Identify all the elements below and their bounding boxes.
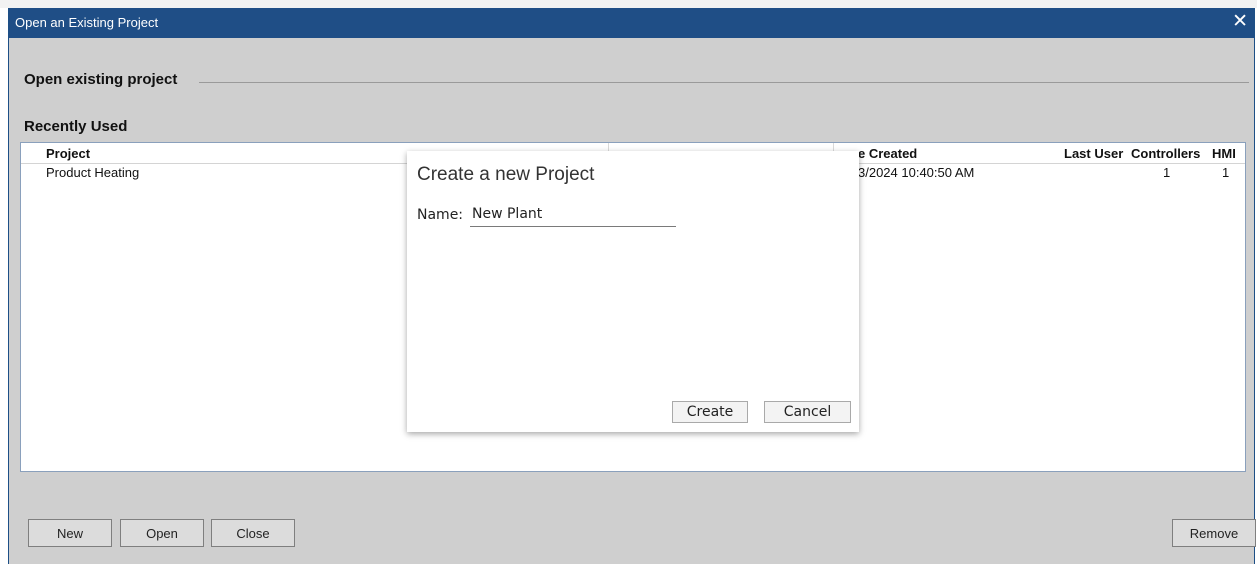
close-icon[interactable]: ✕ (1232, 11, 1248, 33)
cell-project: Product Heating (46, 165, 140, 180)
column-header-date-created[interactable]: e Created (858, 146, 917, 161)
create-project-dialog: Create a new Project Name: Create Cancel (407, 151, 859, 432)
open-button[interactable]: Open (120, 519, 204, 547)
section-heading-open: Open existing project (24, 71, 178, 88)
title-bar: Open an Existing Project ✕ (9, 8, 1254, 38)
section-heading-recent: Recently Used (24, 118, 128, 135)
remove-button[interactable]: Remove (1172, 519, 1256, 547)
column-header-hmi[interactable]: HMI (1212, 146, 1236, 161)
name-label: Name: (417, 207, 464, 223)
column-header-project[interactable]: Project (46, 146, 90, 161)
background-strip (0, 0, 1257, 8)
window-title: Open an Existing Project (15, 15, 159, 30)
project-name-input[interactable] (470, 202, 676, 227)
close-button[interactable]: Close (211, 519, 295, 547)
cancel-button[interactable]: Cancel (764, 401, 851, 423)
cell-controllers: 1 (1163, 165, 1171, 180)
create-button[interactable]: Create (672, 401, 748, 423)
column-header-last-user[interactable]: Last User (1064, 146, 1123, 161)
cell-hmi: 1 (1222, 165, 1230, 180)
new-button[interactable]: New (28, 519, 112, 547)
cell-date-created: 3/2024 10:40:50 AM (858, 165, 975, 180)
section-divider (199, 82, 1249, 83)
column-header-controllers[interactable]: Controllers (1131, 146, 1200, 161)
dialog-title: Create a new Project (417, 164, 595, 185)
